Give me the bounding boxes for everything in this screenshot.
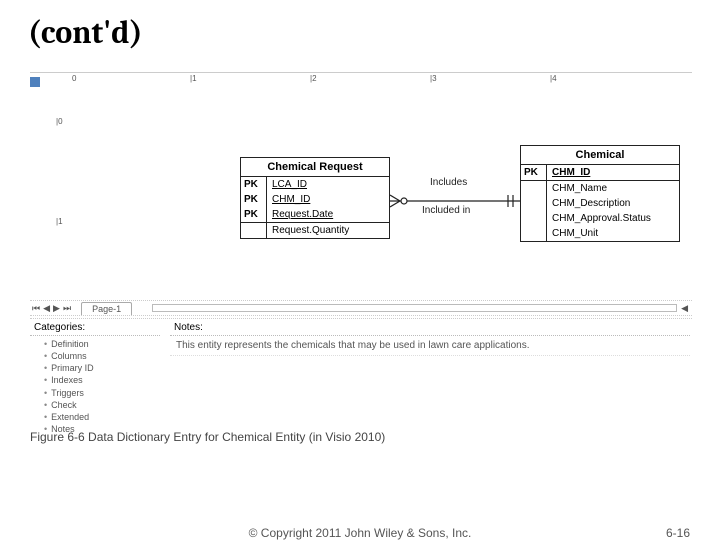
entity-row: CHM_Approval.Status (521, 211, 679, 226)
ruler-tick-label: |1 (56, 217, 63, 226)
page-number: 6-16 (666, 526, 690, 540)
category-item[interactable]: Check (44, 399, 160, 411)
pk-label (521, 211, 547, 226)
entity-row: CHM_Unit (521, 226, 679, 241)
entity-row: Request.Quantity (241, 223, 389, 238)
entity-pk-section: PKLCA_ID PKCHM_ID PKRequest.Date (241, 177, 389, 223)
page-tab-bar: ⏮ ◀ ▶ ⏭ Page-1 ◀ (30, 300, 692, 316)
relationship-label-forward: Includes (430, 177, 467, 188)
entity-title: Chemical Request (241, 158, 389, 177)
horizontal-scrollbar[interactable] (152, 304, 677, 312)
nav-next-icon[interactable]: ▶ (53, 303, 60, 314)
attr-label: CHM_Name (547, 181, 679, 196)
notes-panel: Notes: This entity represents the chemic… (170, 320, 690, 356)
attr-label: CHM_Unit (547, 226, 679, 241)
entity-attr-section: Request.Quantity (241, 223, 389, 238)
category-item[interactable]: Definition (44, 338, 160, 350)
ruler-tick-label: |0 (56, 117, 63, 126)
attr-label: CHM_ID (267, 192, 389, 207)
page-tab[interactable]: Page-1 (81, 302, 132, 315)
figure-caption: Figure 6-6 Data Dictionary Entry for Che… (30, 430, 385, 444)
pk-label (521, 196, 547, 211)
ruler-tick-label: |1 (190, 74, 197, 83)
entity-row: CHM_Description (521, 196, 679, 211)
categories-header: Categories: (30, 320, 160, 336)
visio-canvas-area: 0 |1 |2 |3 |4 |0 |1 Chemical Request PKL… (30, 72, 692, 302)
separator (30, 318, 692, 319)
entity-attr-section: CHM_Name CHM_Description CHM_Approval.St… (521, 181, 679, 241)
notes-header: Notes: (170, 320, 690, 336)
ruler-tick-label: 0 (72, 74, 76, 83)
drawing-canvas: Chemical Request PKLCA_ID PKCHM_ID PKReq… (70, 87, 692, 302)
ruler-tick-label: |4 (550, 74, 557, 83)
pk-label: PK (241, 192, 267, 207)
notes-body: This entity represents the chemicals tha… (170, 336, 690, 356)
ruler-horizontal: 0 |1 |2 |3 |4 (70, 73, 692, 87)
nav-prev-icon[interactable]: ◀ (43, 303, 50, 314)
attr-label: CHM_ID (547, 165, 679, 180)
entity-row: CHM_Name (521, 181, 679, 196)
entity-pk-section: PKCHM_ID (521, 165, 679, 181)
entity-row: PKLCA_ID (241, 177, 389, 192)
categories-list: Definition Columns Primary ID Indexes Tr… (30, 336, 160, 437)
pk-label: PK (521, 165, 547, 180)
pk-label: PK (241, 177, 267, 192)
entity-title: Chemical (521, 146, 679, 165)
categories-panel: Categories: Definition Columns Primary I… (30, 320, 160, 437)
category-item[interactable]: Columns (44, 350, 160, 362)
attr-label: CHM_Approval.Status (547, 211, 679, 226)
entity-chemical: Chemical PKCHM_ID CHM_Name CHM_Descripti… (520, 145, 680, 242)
attr-label: LCA_ID (267, 177, 389, 192)
page-nav-buttons[interactable]: ⏮ ◀ ▶ ⏭ (30, 303, 71, 314)
pk-label (521, 226, 547, 241)
pk-label: PK (241, 207, 267, 222)
entity-chemical-request: Chemical Request PKLCA_ID PKCHM_ID PKReq… (240, 157, 390, 239)
ruler-tick-label: |3 (430, 74, 437, 83)
entity-row: PKCHM_ID (241, 192, 389, 207)
category-item[interactable]: Extended (44, 411, 160, 423)
attr-label: CHM_Description (547, 196, 679, 211)
entity-row: PKRequest.Date (241, 207, 389, 222)
pk-label (521, 181, 547, 196)
pk-label (241, 223, 267, 238)
ruler-vertical: |0 |1 (54, 87, 68, 302)
entity-row: PKCHM_ID (521, 165, 679, 180)
category-item[interactable]: Triggers (44, 387, 160, 399)
slide-title: (cont'd) (0, 0, 720, 57)
attr-label: Request.Date (267, 207, 389, 222)
relationship-label-backward: Included in (422, 205, 470, 216)
copyright-text: © Copyright 2011 John Wiley & Sons, Inc. (249, 526, 472, 540)
nav-last-icon[interactable]: ⏭ (63, 303, 71, 314)
scroll-left-icon[interactable]: ◀ (677, 303, 692, 314)
ruler-tick-label: |2 (310, 74, 317, 83)
category-item[interactable]: Indexes (44, 374, 160, 386)
attr-label: Request.Quantity (267, 223, 389, 238)
category-item[interactable]: Primary ID (44, 362, 160, 374)
nav-first-icon[interactable]: ⏮ (32, 303, 40, 314)
